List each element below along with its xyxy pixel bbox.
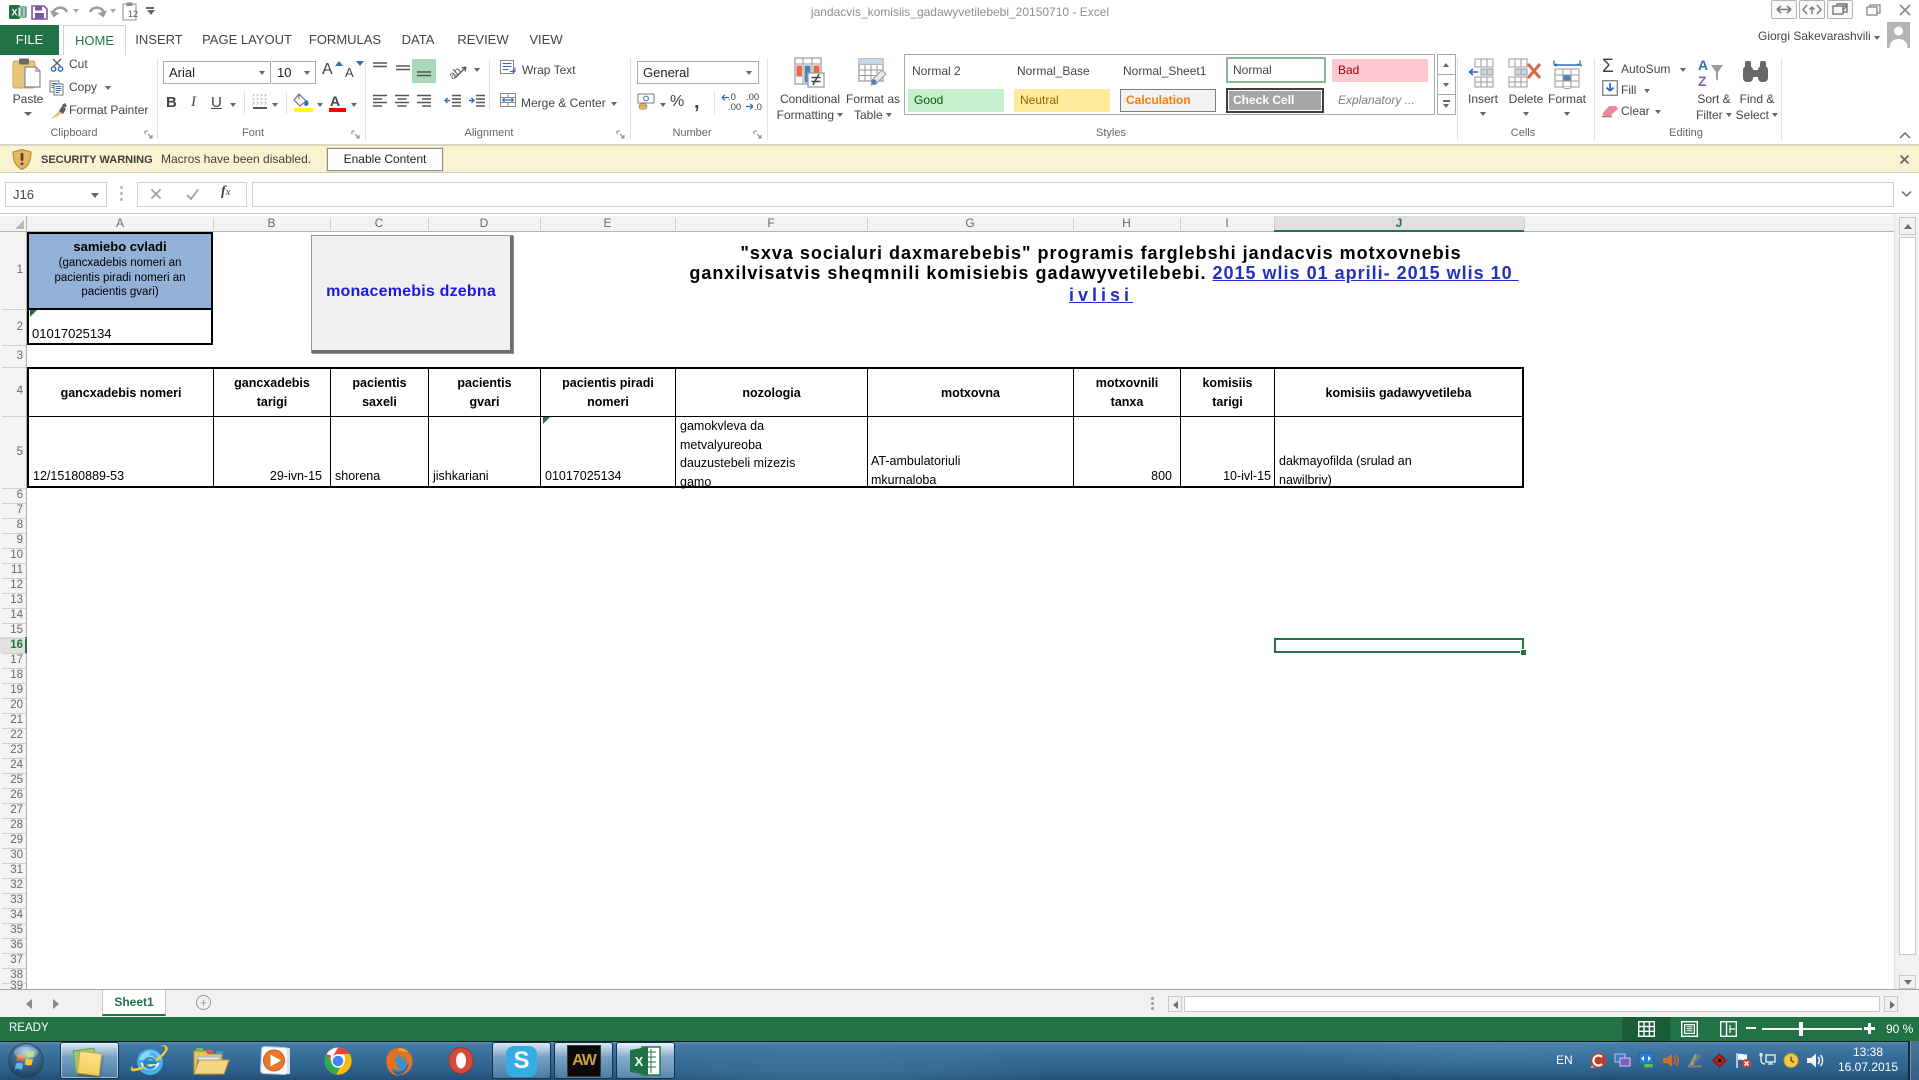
svg-text:X: X xyxy=(11,8,17,18)
svg-text:Z: Z xyxy=(1698,73,1707,89)
svg-text:A: A xyxy=(1698,57,1708,73)
svg-text:X: X xyxy=(635,1054,644,1069)
